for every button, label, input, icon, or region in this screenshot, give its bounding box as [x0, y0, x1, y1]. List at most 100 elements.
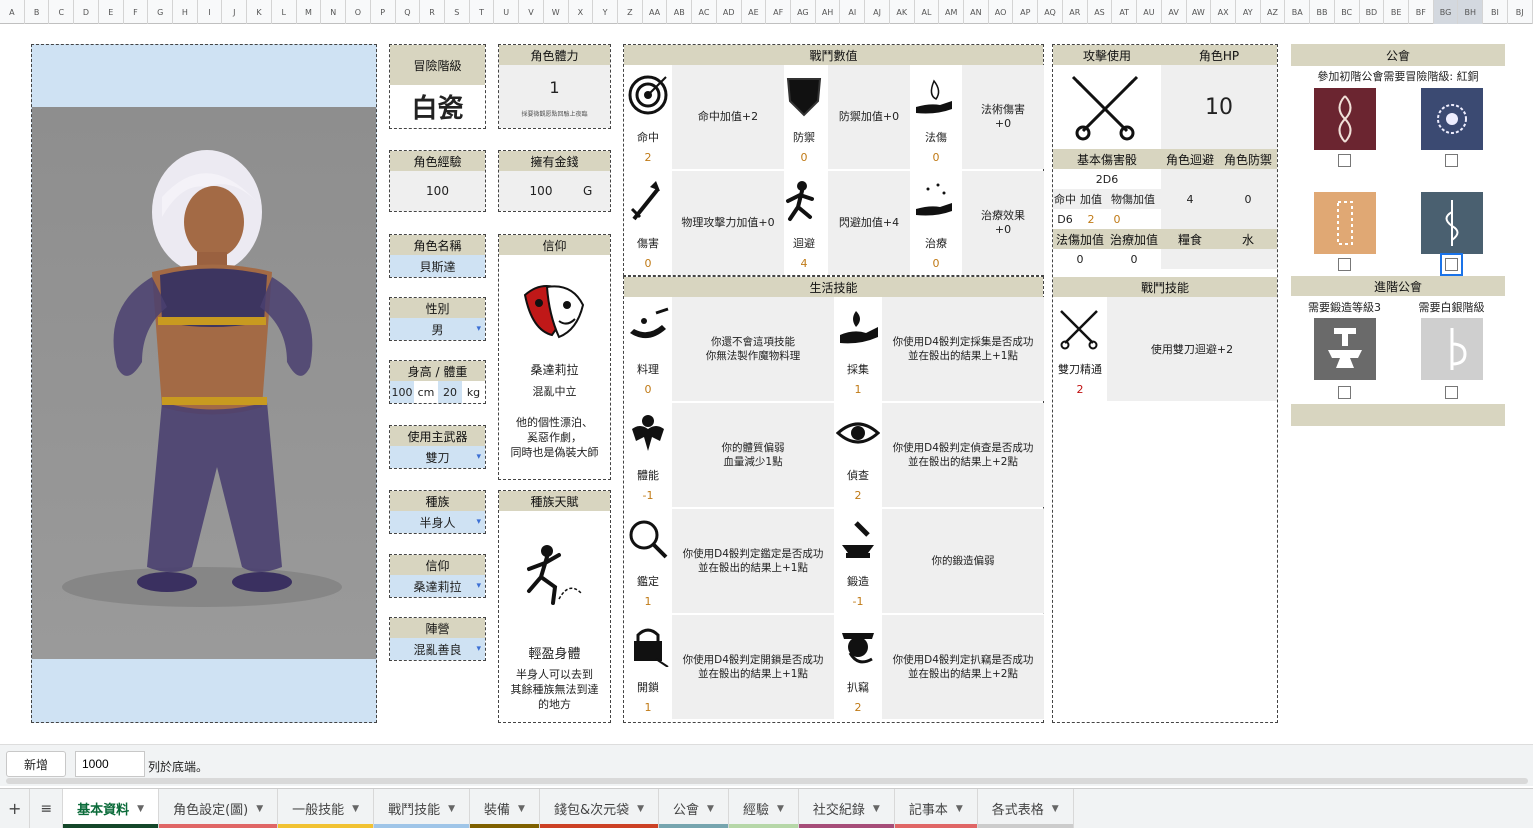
chevron-down-icon[interactable]: ▼ — [873, 804, 880, 814]
column-header-b[interactable]: B — [25, 0, 50, 24]
column-header-ah[interactable]: AH — [816, 0, 841, 24]
chevron-down-icon[interactable]: ▼ — [777, 804, 784, 814]
camp-dropdown[interactable]: 混亂善良 — [390, 638, 485, 660]
silver-emblem[interactable] — [1421, 318, 1483, 380]
column-header-bd[interactable]: BD — [1360, 0, 1385, 24]
sheet-tab-3[interactable]: 戰鬥技能 ▼ — [374, 789, 471, 828]
water-value[interactable] — [1219, 249, 1277, 269]
chevron-down-icon[interactable]: ▼ — [956, 804, 963, 814]
column-header-g[interactable]: G — [148, 0, 174, 24]
column-header-r[interactable]: R — [420, 0, 445, 24]
column-header-m[interactable]: M — [297, 0, 322, 24]
column-header-ar[interactable]: AR — [1063, 0, 1088, 24]
base-dmg-value[interactable]: 2D6 — [1053, 169, 1161, 189]
sheet-tab-5[interactable]: 錢包&次元袋 ▼ — [539, 789, 660, 828]
column-header-z[interactable]: Z — [618, 0, 643, 24]
column-header-ae[interactable]: AE — [742, 0, 767, 24]
add-sheet-button[interactable]: + — [0, 789, 31, 828]
chevron-down-icon[interactable]: ▼ — [1052, 804, 1059, 814]
column-header-aw[interactable]: AW — [1187, 0, 1212, 24]
column-header-am[interactable]: AM — [939, 0, 965, 24]
column-header-p[interactable]: P — [371, 0, 396, 24]
column-header-ab[interactable]: AB — [667, 0, 693, 24]
guild-emblem-2[interactable] — [1421, 88, 1483, 150]
column-header-ag[interactable]: AG — [791, 0, 816, 24]
guild-checkbox-3[interactable] — [1338, 258, 1351, 271]
add-rows-button[interactable]: 新增 — [6, 751, 66, 777]
sheet-tab-0[interactable]: 基本資料 ▼ — [63, 789, 160, 828]
column-header-c[interactable]: C — [49, 0, 75, 24]
guild-emblem-3[interactable] — [1314, 192, 1376, 254]
stamina-value[interactable]: 1 — [499, 65, 610, 109]
column-header-as[interactable]: AS — [1088, 0, 1113, 24]
sheet-tab-8[interactable]: 社交紀錄 ▼ — [798, 789, 895, 828]
column-header-bg[interactable]: BG — [1433, 0, 1459, 24]
column-header-e[interactable]: E — [99, 0, 124, 24]
column-header-l[interactable]: L — [272, 0, 297, 24]
sheet-tab-10[interactable]: 各式表格 ▼ — [977, 789, 1074, 828]
chevron-down-icon[interactable]: ▼ — [707, 804, 714, 814]
exp-value[interactable]: 100 — [390, 171, 485, 211]
column-header-bf[interactable]: BF — [1409, 0, 1434, 24]
column-header-au[interactable]: AU — [1137, 0, 1162, 24]
column-header-u[interactable]: U — [494, 0, 520, 24]
chevron-down-icon[interactable]: ▼ — [137, 804, 144, 814]
sheet-tab-9[interactable]: 記事本 ▼ — [894, 789, 978, 828]
column-header-an[interactable]: AN — [964, 0, 989, 24]
column-header-ad[interactable]: AD — [717, 0, 742, 24]
column-header-aj[interactable]: AJ — [865, 0, 890, 24]
height-input[interactable]: 100 — [390, 381, 414, 403]
column-header-ak[interactable]: AK — [890, 0, 915, 24]
column-header-av[interactable]: AV — [1162, 0, 1187, 24]
column-header-h[interactable]: H — [173, 0, 198, 24]
column-header-bc[interactable]: BC — [1335, 0, 1360, 24]
horizontal-scrollbar[interactable] — [6, 778, 1528, 784]
column-header-v[interactable]: V — [519, 0, 544, 24]
gender-dropdown[interactable]: 男 — [390, 318, 485, 340]
weight-input[interactable]: 20 — [438, 381, 462, 403]
chevron-down-icon[interactable]: ▼ — [637, 804, 644, 814]
column-header-s[interactable]: S — [445, 0, 470, 24]
sheet-tab-7[interactable]: 經驗 ▼ — [728, 789, 799, 828]
hp-value[interactable]: 10 — [1161, 65, 1277, 149]
column-header-al[interactable]: AL — [915, 0, 940, 24]
sheet-tab-6[interactable]: 公會 ▼ — [659, 789, 729, 828]
race-dropdown[interactable]: 半身人 — [390, 511, 485, 533]
column-header-k[interactable]: K — [247, 0, 272, 24]
column-header-ac[interactable]: AC — [692, 0, 717, 24]
chevron-down-icon[interactable]: ▼ — [448, 804, 455, 814]
gold-value[interactable]: 100 — [499, 184, 583, 198]
rows-count-input[interactable] — [75, 751, 145, 777]
sheet-tab-1[interactable]: 角色設定(圖) ▼ — [159, 789, 279, 828]
column-header-n[interactable]: N — [321, 0, 347, 24]
column-header-ap[interactable]: AP — [1013, 0, 1039, 24]
column-header-at[interactable]: AT — [1112, 0, 1138, 24]
food-value[interactable] — [1161, 249, 1219, 269]
guild-checkbox-2[interactable] — [1445, 154, 1458, 167]
adv-checkbox-1[interactable] — [1338, 386, 1351, 399]
column-header-aq[interactable]: AQ — [1038, 0, 1063, 24]
sheet-tab-2[interactable]: 一般技能 ▼ — [278, 789, 375, 828]
column-header-ao[interactable]: AO — [989, 0, 1014, 24]
column-header-ax[interactable]: AX — [1211, 0, 1236, 24]
column-header-bj[interactable]: BJ — [1508, 0, 1533, 24]
guild-emblem-1[interactable] — [1314, 88, 1376, 150]
column-header-aa[interactable]: AA — [643, 0, 668, 24]
column-header-a[interactable]: A — [0, 0, 25, 24]
column-header-ai[interactable]: AI — [840, 0, 866, 24]
column-header-bb[interactable]: BB — [1310, 0, 1335, 24]
column-header-j[interactable]: J — [222, 0, 248, 24]
column-header-af[interactable]: AF — [766, 0, 791, 24]
guild-checkbox-4[interactable] — [1440, 253, 1463, 276]
column-header-x[interactable]: X — [569, 0, 594, 24]
column-header-t[interactable]: T — [470, 0, 495, 24]
weapon-dropdown[interactable]: 雙刀 — [390, 446, 485, 468]
column-header-ba[interactable]: BA — [1285, 0, 1311, 24]
column-header-y[interactable]: Y — [593, 0, 618, 24]
anvil-emblem[interactable] — [1314, 318, 1376, 380]
sheet-tab-4[interactable]: 裝備 ▼ — [470, 789, 540, 828]
column-header-o[interactable]: O — [346, 0, 371, 24]
name-value[interactable]: 貝斯達 — [390, 255, 485, 277]
chevron-down-icon[interactable]: ▼ — [352, 804, 359, 814]
adv-checkbox-2[interactable] — [1445, 386, 1458, 399]
